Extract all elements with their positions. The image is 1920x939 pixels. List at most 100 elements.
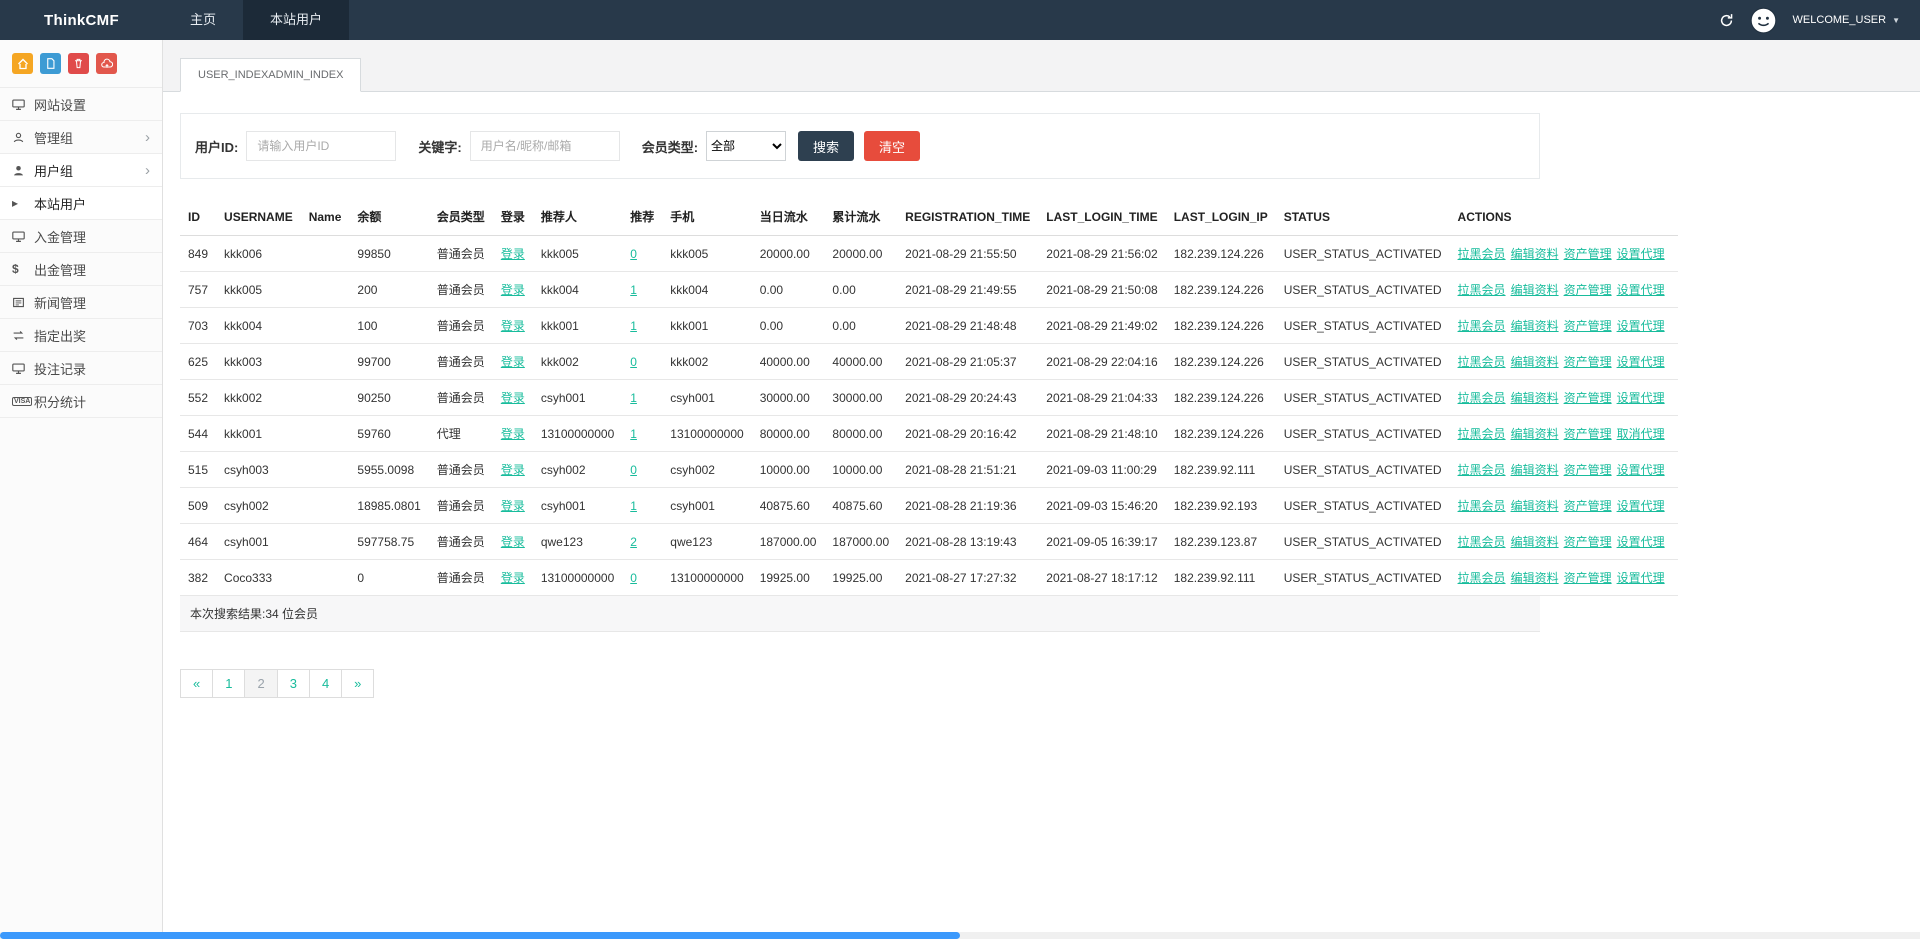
action-link[interactable]: 资产管理 [1564,247,1612,261]
action-link[interactable]: 设置代理 [1617,391,1665,405]
ref-count-link[interactable]: 1 [630,283,637,297]
ref-count-link[interactable]: 0 [630,571,637,585]
action-link[interactable]: 拉黑会员 [1458,571,1506,585]
action-link[interactable]: 拉黑会员 [1458,499,1506,513]
ref-count-link[interactable]: 0 [630,355,637,369]
pagination-item[interactable]: 4 [309,669,342,698]
action-link[interactable]: 设置代理 [1617,355,1665,369]
cell-total-flow: 0.00 [824,308,897,344]
sidebar-item[interactable]: 管理组 › [0,121,162,154]
top-tab[interactable]: 主页 [163,0,243,40]
action-link[interactable]: 资产管理 [1564,571,1612,585]
action-link[interactable]: 资产管理 [1564,535,1612,549]
ref-count-link[interactable]: 1 [630,427,637,441]
topbar: ThinkCMF 主页本站用户 WELCOME_USER ▼ [0,0,1920,40]
avatar[interactable] [1750,7,1777,34]
member-type-select[interactable]: 全部 [706,131,786,161]
action-link[interactable]: 设置代理 [1617,247,1665,261]
action-link[interactable]: 拉黑会员 [1458,355,1506,369]
sidebar-item[interactable]: 网站设置 › [0,88,162,121]
sidebar-item[interactable]: 用户组 › [0,154,162,187]
login-link[interactable]: 登录 [501,391,525,405]
action-link[interactable]: 编辑资料 [1511,427,1559,441]
action-link[interactable]: 设置代理 [1617,283,1665,297]
content-tab[interactable]: USER_INDEXADMIN_INDEX [180,58,361,92]
action-link[interactable]: 拉黑会员 [1458,463,1506,477]
pagination-item[interactable]: » [341,669,374,698]
sidebar-item[interactable]: 投注记录 › [0,352,162,385]
action-link[interactable]: 拉黑会员 [1458,247,1506,261]
sidebar-item-label: 管理组 [34,128,145,147]
cell-daily-flow: 187000.00 [752,524,825,560]
sidebar-item[interactable]: 指定出奖 › [0,319,162,352]
action-link[interactable]: 编辑资料 [1511,535,1559,549]
file-button[interactable] [40,53,61,74]
action-link[interactable]: 设置代理 [1617,535,1665,549]
pagination-item[interactable]: 1 [212,669,245,698]
login-link[interactable]: 登录 [501,571,525,585]
action-link[interactable]: 编辑资料 [1511,463,1559,477]
action-link[interactable]: 编辑资料 [1511,319,1559,333]
action-link[interactable]: 资产管理 [1564,391,1612,405]
action-link[interactable]: 编辑资料 [1511,391,1559,405]
ref-count-link[interactable]: 1 [630,319,637,333]
ref-count-link[interactable]: 0 [630,247,637,261]
action-link[interactable]: 拉黑会员 [1458,535,1506,549]
sidebar-item[interactable]: 入金管理 › [0,220,162,253]
horizontal-scrollbar[interactable] [0,932,1920,939]
login-link[interactable]: 登录 [501,319,525,333]
ref-count-link[interactable]: 1 [630,499,637,513]
user-menu[interactable]: WELCOME_USER ▼ [1793,14,1900,26]
scrollbar-thumb[interactable] [0,932,960,939]
action-link[interactable]: 设置代理 [1617,319,1665,333]
action-link[interactable]: 编辑资料 [1511,283,1559,297]
home-button[interactable] [12,53,33,74]
action-link[interactable]: 编辑资料 [1511,355,1559,369]
pagination-item[interactable]: 3 [277,669,310,698]
action-link[interactable]: 资产管理 [1564,499,1612,513]
action-link[interactable]: 拉黑会员 [1458,283,1506,297]
action-link[interactable]: 设置代理 [1617,499,1665,513]
action-link[interactable]: 资产管理 [1564,427,1612,441]
action-link[interactable]: 拉黑会员 [1458,391,1506,405]
user-id-input[interactable] [246,131,396,161]
login-link[interactable]: 登录 [501,463,525,477]
login-link[interactable]: 登录 [501,535,525,549]
clear-button[interactable]: 清空 [864,131,920,161]
action-link[interactable]: 编辑资料 [1511,247,1559,261]
cell-name [301,452,350,488]
action-link[interactable]: 设置代理 [1617,463,1665,477]
cell-login: 登录 [493,236,533,272]
sidebar-item[interactable]: 新闻管理 › [0,286,162,319]
action-link[interactable]: 资产管理 [1564,463,1612,477]
pagination-item[interactable]: « [180,669,213,698]
login-link[interactable]: 登录 [501,355,525,369]
login-link[interactable]: 登录 [501,499,525,513]
actions-cell: 拉黑会员编辑资料资产管理设置代理 [1450,560,1678,596]
action-link[interactable]: 编辑资料 [1511,571,1559,585]
ref-count-link[interactable]: 0 [630,463,637,477]
action-link[interactable]: 取消代理 [1617,427,1665,441]
action-link[interactable]: 设置代理 [1617,571,1665,585]
action-link[interactable]: 拉黑会员 [1458,427,1506,441]
top-tab[interactable]: 本站用户 [243,0,349,40]
trash-button[interactable] [68,53,89,74]
sidebar-item[interactable]: VISA 积分统计 › [0,385,162,418]
search-button[interactable]: 搜索 [798,131,854,161]
refresh-icon[interactable] [1719,13,1734,28]
keyword-input[interactable] [470,131,620,161]
ref-count-link[interactable]: 2 [630,535,637,549]
sidebar-item[interactable]: $ 出金管理 › [0,253,162,286]
upload-button[interactable] [96,53,117,74]
ref-count-link[interactable]: 1 [630,391,637,405]
login-link[interactable]: 登录 [501,283,525,297]
login-link[interactable]: 登录 [501,247,525,261]
action-link[interactable]: 编辑资料 [1511,499,1559,513]
sidebar-item[interactable]: ▸ 本站用户 › [0,187,162,220]
action-link[interactable]: 拉黑会员 [1458,319,1506,333]
file-icon [45,58,56,69]
action-link[interactable]: 资产管理 [1564,355,1612,369]
action-link[interactable]: 资产管理 [1564,283,1612,297]
action-link[interactable]: 资产管理 [1564,319,1612,333]
login-link[interactable]: 登录 [501,427,525,441]
